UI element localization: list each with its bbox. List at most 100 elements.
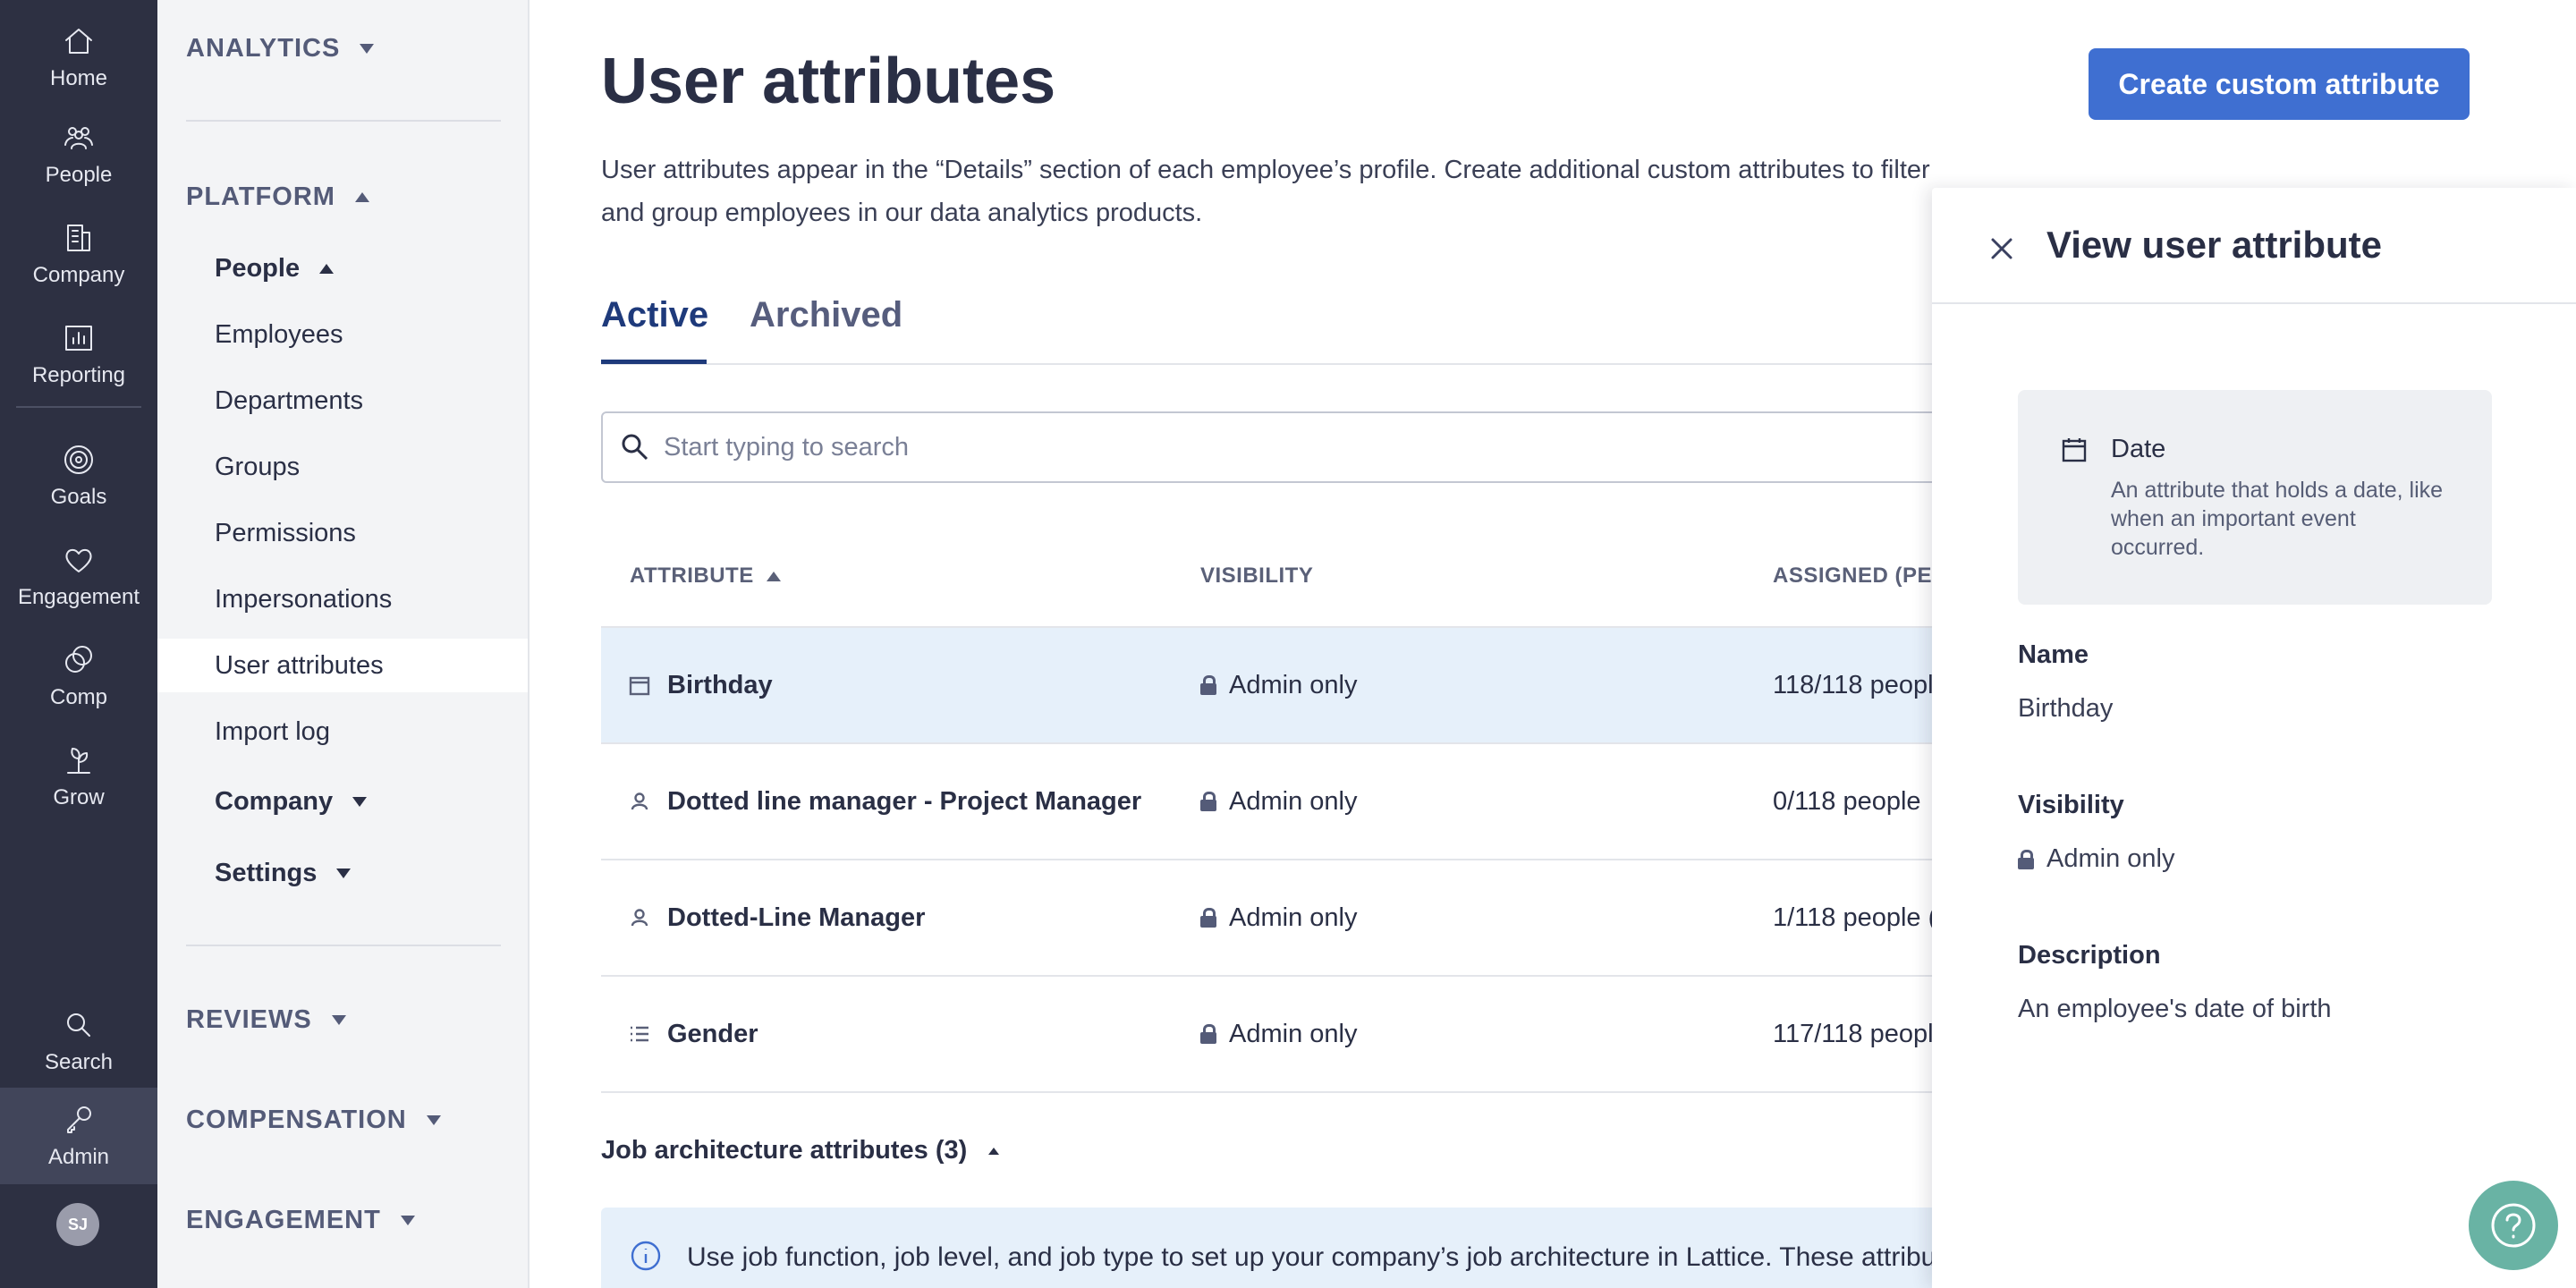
rail-item-goals[interactable]: Goals (0, 428, 157, 524)
visibility-value: Admin only (2018, 844, 2174, 874)
attribute-cell: Dotted-Line Manager (628, 860, 925, 975)
section-analytics[interactable]: ANALYTICS (186, 34, 375, 64)
visibility-cell: Admin only (1200, 744, 1357, 859)
section-label: COMPENSATION (186, 1106, 407, 1134)
subnav-item-impersonations[interactable]: Impersonations (157, 572, 528, 626)
job-architecture-label: Job architecture attributes (3) (601, 1136, 968, 1165)
chevron-down-icon (426, 1115, 441, 1125)
attribute-cell: Gender (628, 977, 758, 1091)
coins-icon (65, 646, 92, 673)
subnav-divider (186, 945, 501, 946)
section-label: ANALYTICS (186, 34, 341, 63)
column-header-visibility: VISIBILITY (1200, 564, 1314, 588)
heart-icon (65, 548, 92, 572)
rail-label: Company (32, 263, 125, 287)
close-button[interactable] (1984, 231, 2020, 267)
plant-icon (67, 748, 90, 774)
calendar-icon (629, 676, 650, 696)
search-icon (67, 1013, 90, 1037)
admin-subnav: ANALYTICS PLATFORM People Employees Depa… (157, 0, 530, 1288)
visibility-cell: Admin only (1200, 977, 1357, 1091)
section-platform[interactable]: PLATFORM (186, 182, 369, 212)
chevron-up-icon (319, 264, 335, 274)
key-icon (67, 1106, 91, 1133)
subnav-item-permissions[interactable]: Permissions (157, 506, 528, 560)
group-settings[interactable]: Settings (215, 859, 352, 888)
building-icon (67, 225, 90, 251)
rail-divider (16, 406, 141, 408)
job-architecture-toggle[interactable]: Job architecture attributes (3) (601, 1136, 1000, 1165)
group-label: Settings (215, 859, 318, 887)
section-engagement[interactable]: ENGAGEMENT (186, 1206, 415, 1235)
attribute-name: Dotted-Line Manager (667, 902, 926, 932)
rail-label: Home (49, 66, 108, 90)
tab-archived[interactable]: Archived (750, 295, 902, 335)
attribute-name: Gender (667, 1019, 758, 1048)
list-icon (631, 1026, 648, 1042)
section-reviews[interactable]: REVIEWS (186, 1005, 346, 1035)
lock-icon (1200, 1024, 1216, 1044)
visibility-value: Admin only (1229, 1019, 1358, 1048)
rail-item-reporting[interactable]: Reporting (0, 306, 157, 402)
view-attribute-drawer: View user attribute Date An attribute th… (1932, 188, 2576, 1288)
sort-ascending-icon (766, 571, 781, 581)
description-label: Description (2018, 941, 2161, 970)
lock-icon (1200, 675, 1216, 695)
subnav-item-departments[interactable]: Departments (157, 374, 528, 428)
attribute-type-card: Date An attribute that holds a date, lik… (2018, 390, 2492, 605)
tab-active[interactable]: Active (601, 295, 708, 335)
section-label: REVIEWS (186, 1005, 312, 1034)
section-label: ENGAGEMENT (186, 1206, 381, 1234)
section-label: PLATFORM (186, 182, 335, 211)
chevron-up-icon (354, 192, 369, 202)
visibility-cell: Admin only (1200, 860, 1357, 975)
visibility-text: Admin only (2046, 844, 2175, 873)
subnav-item-groups[interactable]: Groups (157, 440, 528, 494)
visibility-cell: Admin only (1200, 628, 1357, 742)
person-icon (631, 792, 648, 810)
attribute-cell: Dotted line manager - Project Manager (628, 744, 1141, 859)
assigned-cell: 0/118 people (1773, 786, 1921, 816)
chevron-down-icon (336, 869, 352, 878)
attribute-name: Birthday (667, 670, 773, 699)
chart-icon (65, 326, 92, 351)
chevron-down-icon (331, 1015, 346, 1025)
rail-label: Admin (47, 1145, 110, 1169)
rail-label: Comp (49, 685, 108, 709)
rail-item-comp[interactable]: Comp (0, 628, 157, 724)
visibility-value: Admin only (1229, 786, 1358, 816)
rail-item-admin[interactable]: Admin (0, 1088, 157, 1184)
rail-item-search[interactable]: Search (0, 993, 157, 1089)
section-compensation[interactable]: COMPENSATION (186, 1106, 441, 1135)
help-button[interactable] (2469, 1181, 2558, 1270)
rail-item-engagement[interactable]: Engagement (0, 528, 157, 624)
subnav-item-user-attributes[interactable]: User attributes (157, 639, 528, 692)
subnav-item-employees[interactable]: Employees (157, 308, 528, 361)
search-icon (622, 434, 648, 461)
chevron-up-icon (988, 1147, 1000, 1155)
attribute-type-description: An attribute that holds a date, like whe… (2111, 478, 2444, 560)
active-tab-indicator (601, 360, 707, 364)
rail-item-grow[interactable]: Grow (0, 728, 157, 825)
visibility-label: Visibility (2018, 791, 2124, 819)
info-icon (631, 1241, 661, 1271)
name-value: Birthday (2018, 694, 2114, 723)
create-custom-attribute-button[interactable]: Create custom attribute (2089, 48, 2470, 120)
rail-label: Reporting (31, 363, 126, 387)
subnav-item-import-log[interactable]: Import log (157, 705, 528, 758)
group-company[interactable]: Company (215, 787, 368, 817)
group-people[interactable]: People (215, 254, 335, 284)
attribute-type-name: Date (2111, 435, 2166, 463)
drawer-title: View user attribute (2046, 224, 2383, 266)
close-icon (1991, 238, 2012, 259)
chevron-down-icon (352, 797, 368, 807)
rail-item-home[interactable]: Home (0, 9, 157, 106)
column-header-attribute[interactable]: ATTRIBUTE (630, 564, 781, 589)
lock-icon (1200, 908, 1216, 928)
rail-label: Grow (53, 785, 105, 809)
rail-item-people[interactable]: People (0, 106, 157, 202)
avatar[interactable]: SJ (56, 1203, 99, 1246)
rail-label: Engagement (17, 585, 140, 609)
rail-label: People (45, 163, 113, 187)
rail-item-company[interactable]: Company (0, 206, 157, 302)
